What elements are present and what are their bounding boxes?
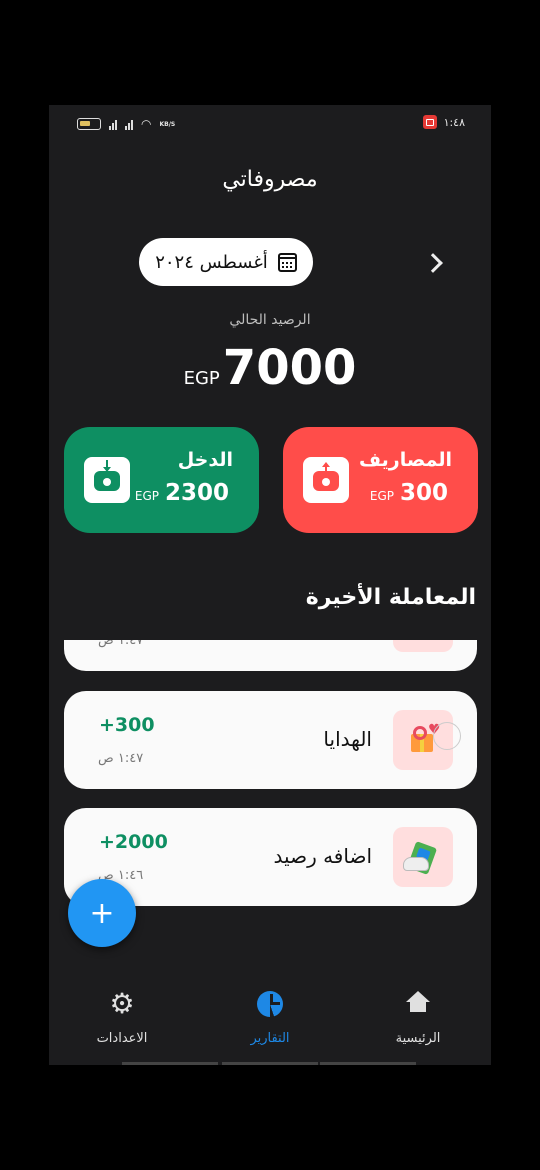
balance-value: EGP7000 xyxy=(49,340,491,396)
transaction-name: اضافه رصيد xyxy=(273,844,372,868)
placeholder-icon xyxy=(393,640,453,652)
recent-transactions-title: المعاملة الأخيرة xyxy=(305,585,476,610)
nav-item-home[interactable]: الرئيسية xyxy=(358,991,478,1046)
battery-icon xyxy=(77,118,101,130)
transaction-amount: +2000 xyxy=(99,831,168,853)
transaction-name: الهدايا xyxy=(323,727,372,751)
expenses-card[interactable]: المصاريف EGP 300 xyxy=(283,427,478,533)
gear-icon: ⚙ xyxy=(109,987,135,1020)
transaction-amount: +300 xyxy=(99,714,155,736)
income-amount-row: EGP 2300 xyxy=(135,480,229,506)
balance-label: الرصيد الحالي xyxy=(229,312,311,328)
expenses-amount: 300 xyxy=(399,480,448,506)
calendar-icon xyxy=(277,252,297,272)
transaction-item[interactable]: ♥ الهدايا +300 ١:٤٧ ص xyxy=(64,691,477,789)
app-screen: ◠ KB/S ١:٤٨ مصروفاتي أغسطس ٢٠٢٤ الرصيد ا… xyxy=(49,105,491,1065)
bottom-nav: ⚙ الاعدادات التقارير الرئيسية xyxy=(49,967,491,1065)
transaction-time: ١:٤٧ ص xyxy=(98,640,144,648)
expense-icon xyxy=(303,457,349,503)
network-speed: KB/S xyxy=(159,120,176,128)
month-label: أغسطس ٢٠٢٤ xyxy=(155,251,268,273)
nav-divider xyxy=(320,1062,416,1065)
expenses-amount-row: EGP 300 xyxy=(370,480,448,506)
screen-record-icon xyxy=(422,115,437,129)
add-transaction-button[interactable]: + xyxy=(68,879,136,947)
income-card[interactable]: الدخل EGP 2300 xyxy=(64,427,259,533)
status-time: ١:٤٨ xyxy=(443,115,465,129)
nav-divider xyxy=(122,1062,218,1065)
nav-item-settings[interactable]: ⚙ الاعدادات xyxy=(62,987,182,1047)
nav-divider xyxy=(222,1062,318,1065)
income-icon xyxy=(84,457,130,503)
home-icon xyxy=(405,991,431,1017)
signal-icon-2 xyxy=(125,119,133,130)
pie-chart-icon xyxy=(257,991,283,1017)
balance-amount: 7000 xyxy=(222,340,357,396)
nav-label-reports: التقارير xyxy=(250,1031,290,1046)
balance-currency: EGP xyxy=(183,368,220,389)
transaction-item[interactable]: ١:٤٧ ص xyxy=(64,640,477,671)
status-bar: ◠ KB/S ١:٤٨ xyxy=(49,105,491,143)
nav-item-reports[interactable]: التقارير xyxy=(210,991,330,1046)
expenses-title: المصاريف xyxy=(359,449,452,471)
wifi-icon: ◠ xyxy=(141,117,152,131)
transaction-time: ١:٤٧ ص xyxy=(98,751,144,766)
income-amount: 2300 xyxy=(164,480,229,506)
income-currency: EGP xyxy=(134,489,159,503)
month-selector[interactable]: أغسطس ٢٠٢٤ xyxy=(139,238,313,286)
income-title: الدخل xyxy=(177,449,233,471)
signal-icon xyxy=(109,119,117,130)
expenses-currency: EGP xyxy=(369,489,394,503)
nav-label-home: الرئيسية xyxy=(395,1031,441,1046)
nav-label-settings: الاعدادات xyxy=(96,1031,148,1046)
gift-icon: ♥ xyxy=(393,710,461,770)
wallet-icon xyxy=(393,827,453,887)
chevron-right-icon[interactable] xyxy=(421,248,449,276)
page-title: مصروفاتي xyxy=(222,167,318,192)
